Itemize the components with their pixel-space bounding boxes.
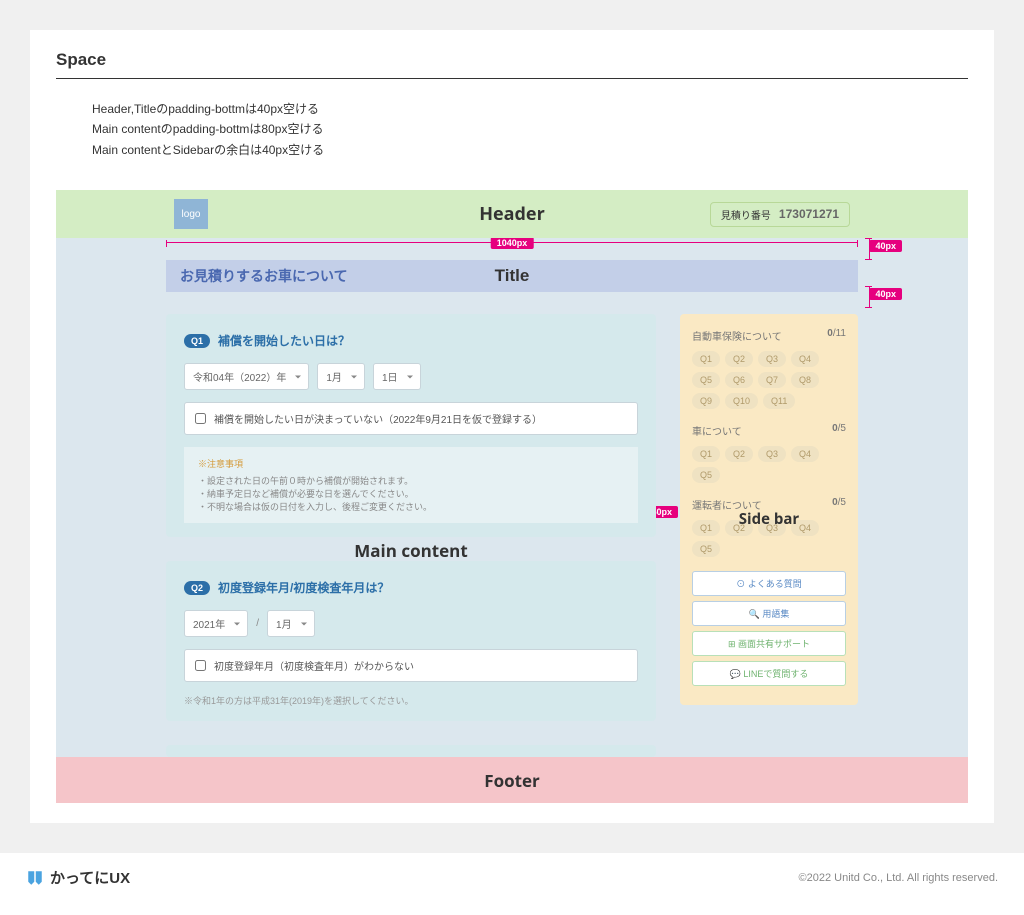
question-chip[interactable]: Q6 bbox=[725, 372, 753, 388]
question-title: 補償を開始したい日は？ bbox=[218, 332, 350, 349]
question-chip[interactable]: Q4 bbox=[791, 351, 819, 367]
sidebar-group: 車について 0/5 Q1Q2Q3Q4Q5 bbox=[692, 423, 846, 483]
question-chip[interactable]: Q1 bbox=[692, 351, 720, 367]
line-button[interactable]: 💬 LINEで質問する bbox=[692, 661, 846, 686]
year-select[interactable]: 令和04年（2022）年 bbox=[184, 363, 309, 390]
question-chip[interactable]: Q1 bbox=[692, 520, 720, 536]
question-chips: Q1 Q2 Q3 Q4 Q5 Q6 Q7 Q8 Q9 Q10 Q11 bbox=[692, 351, 846, 409]
question-card: Q1 補償を開始したい日は？ 令和04年（2022）年 1月 1日 補償を開始し… bbox=[166, 314, 656, 537]
logo: logo bbox=[174, 199, 208, 229]
question-chip[interactable]: Q3 bbox=[758, 446, 786, 462]
unknown-date-check[interactable]: 補償を開始したい日が決まっていない（2022年9月21日を仮で登録する） bbox=[184, 402, 638, 435]
search-icon: 🔍 bbox=[749, 609, 760, 619]
brand: かってにUX bbox=[26, 867, 130, 888]
screen-icon: ⊞ bbox=[728, 639, 736, 649]
question-chip[interactable]: Q4 bbox=[791, 446, 819, 462]
gap-label-2: 40px bbox=[869, 288, 902, 300]
title-bar: お見積りするお車について Title bbox=[166, 260, 858, 292]
question-chip[interactable]: Q2 bbox=[725, 351, 753, 367]
unknown-date-check[interactable]: 初度登録年月（初度検査年月）がわからない bbox=[184, 649, 638, 682]
group-total: /5 bbox=[838, 423, 846, 434]
group-total: /5 bbox=[838, 497, 846, 508]
note-line: Header,Titleのpadding-bottmは40px空ける bbox=[92, 99, 968, 119]
caution-title: ※注意事項 bbox=[198, 457, 624, 470]
note-line: Main contentとSidebarの余白は40px空ける bbox=[92, 140, 968, 160]
spacing-notes: Header,Titleのpadding-bottmは40px空ける Main … bbox=[92, 99, 968, 160]
question-chip[interactable]: Q11 bbox=[763, 393, 795, 409]
question-chip[interactable]: Q9 bbox=[692, 393, 720, 409]
group-total: /11 bbox=[833, 328, 846, 339]
question-chip[interactable]: Q5 bbox=[692, 467, 720, 483]
copyright: ©2022 Unitd Co., Ltd. All rights reserve… bbox=[799, 872, 998, 884]
question-card: Q2 初度登録年月/初度検査年月は？ 2021年 / 1月 初度登録年月（初度検… bbox=[166, 561, 656, 721]
mock-footer: Footer bbox=[56, 757, 968, 803]
question-chip[interactable]: Q3 bbox=[758, 351, 786, 367]
sidebar-group: 自動車保険について 0/11 Q1Q2Q3Q4Q5Q6Q7Q8Q9Q10Q11 bbox=[692, 328, 846, 409]
day-select[interactable]: 1日 bbox=[373, 363, 421, 390]
question-title: 初度登録年月/初度検査年月は？ bbox=[218, 579, 389, 596]
title-overlay: Title bbox=[495, 266, 530, 286]
question-chips: Q1 Q2 Q3 Q4 Q5 bbox=[692, 520, 846, 557]
caution-item: 納車予定日など補償が必要な日を選んでください。 bbox=[198, 487, 624, 500]
footer-overlay: Footer bbox=[484, 769, 540, 792]
group-label: 運転者について bbox=[692, 497, 762, 512]
main-overlay: Main content bbox=[354, 539, 468, 562]
sidebar: Side bar 自動車保険について 0/11 Q1Q2Q3Q4Q5Q6Q7Q8… bbox=[680, 314, 858, 757]
screen-share-button[interactable]: ⊞ 画面共有サポート bbox=[692, 631, 846, 656]
info-icon: ⊙ bbox=[736, 579, 745, 589]
question-chip[interactable]: Q10 bbox=[725, 393, 758, 409]
width-measure-label: 1040px bbox=[491, 237, 534, 249]
group-label: 車について bbox=[692, 423, 742, 438]
month-select[interactable]: 1月 bbox=[267, 610, 315, 637]
mockup-wrapper: 1040px 40px 40px logo Header 見積り番号 17307… bbox=[56, 190, 968, 803]
month-select[interactable]: 1月 bbox=[317, 363, 365, 390]
checkbox[interactable] bbox=[195, 413, 206, 424]
checkbox[interactable] bbox=[195, 660, 206, 671]
question-chip[interactable]: Q2 bbox=[725, 446, 753, 462]
sidebar-group: 運転者について 0/5 Q1Q2Q3Q4Q5 bbox=[692, 497, 846, 557]
page-title: お見積りするお車について bbox=[180, 268, 348, 284]
question-chip[interactable]: Q4 bbox=[791, 520, 819, 536]
caution-box: ※注意事項 設定された日の午前０時から補償が開始されます。 納車予定日など補償が… bbox=[184, 447, 638, 523]
question-badge: Q1 bbox=[184, 334, 210, 348]
footnote: ※令和1年の方は平成31年(2019年)を選択してください。 bbox=[184, 694, 638, 707]
question-chip[interactable]: Q5 bbox=[692, 372, 720, 388]
question-card-cut bbox=[166, 745, 656, 757]
gap-label-1: 40px bbox=[869, 240, 902, 252]
chat-icon: 💬 bbox=[730, 669, 741, 679]
caution-item: 設定された日の午前０時から補償が開始されます。 bbox=[198, 474, 624, 487]
mock-header: logo Header 見積り番号 173071271 bbox=[56, 190, 968, 238]
brand-name: かってにUX bbox=[50, 867, 130, 888]
brand-footer: かってにUX ©2022 Unitd Co., Ltd. All rights … bbox=[0, 853, 1024, 902]
group-label: 自動車保険について bbox=[692, 328, 782, 343]
estimate-number: 173071271 bbox=[779, 207, 839, 221]
year-select[interactable]: 2021年 bbox=[184, 610, 248, 637]
check-label: 初度登録年月（初度検査年月）がわからない bbox=[214, 658, 414, 673]
header-overlay: Header bbox=[479, 202, 544, 226]
question-chip[interactable]: Q7 bbox=[758, 372, 786, 388]
question-chip[interactable]: Q1 bbox=[692, 446, 720, 462]
question-chip[interactable]: Q8 bbox=[791, 372, 819, 388]
faq-button[interactable]: ⊙ よくある質問 bbox=[692, 571, 846, 596]
divider: / bbox=[256, 618, 259, 629]
check-label: 補償を開始したい日が決まっていない（2022年9月21日を仮で登録する） bbox=[214, 411, 542, 426]
brand-icon bbox=[26, 869, 44, 887]
glossary-button[interactable]: 🔍 用語集 bbox=[692, 601, 846, 626]
note-line: Main contentのpadding-bottmは80px空ける bbox=[92, 119, 968, 139]
caution-item: 不明な場合は仮の日付を入力し、後程ご変更ください。 bbox=[198, 500, 624, 513]
question-chip[interactable]: Q5 bbox=[692, 541, 720, 557]
question-chips: Q1 Q2 Q3 Q4 Q5 bbox=[692, 446, 846, 483]
section-title: Space bbox=[56, 50, 968, 79]
estimate-number-box: 見積り番号 173071271 bbox=[710, 202, 850, 227]
question-chip[interactable]: Q2 bbox=[725, 520, 753, 536]
question-badge: Q2 bbox=[184, 581, 210, 595]
main-content: 40px Main content Q1 補償を開始したい日は？ 令和04年（2… bbox=[166, 314, 656, 757]
estimate-label: 見積り番号 bbox=[721, 207, 771, 222]
question-chip[interactable]: Q3 bbox=[758, 520, 786, 536]
